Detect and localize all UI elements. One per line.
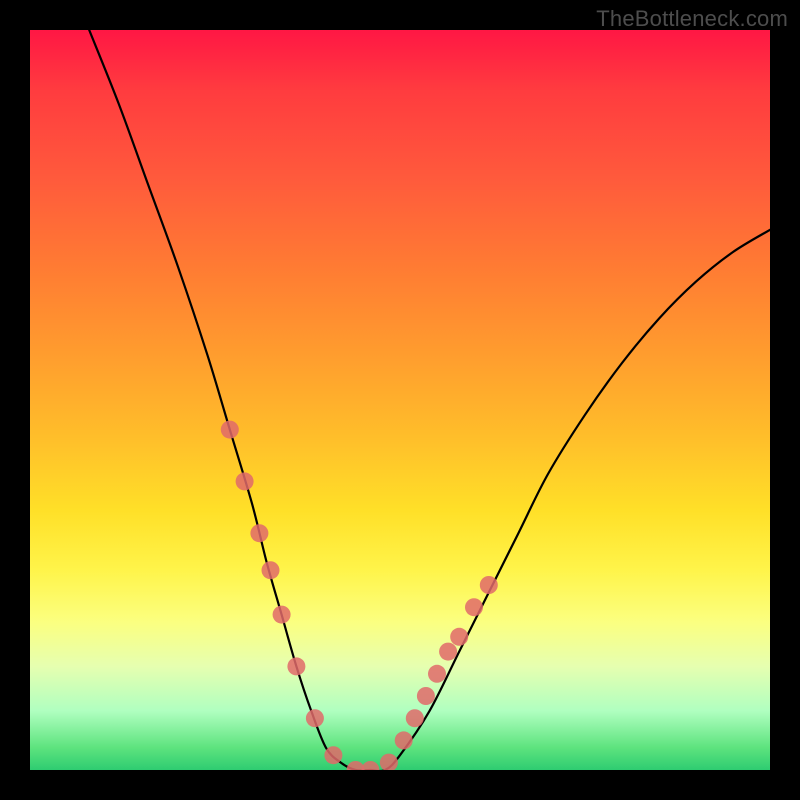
marker-dot <box>236 472 254 490</box>
marker-group <box>221 421 498 770</box>
bottleneck-curve <box>89 30 770 770</box>
marker-dot <box>273 606 291 624</box>
marker-dot <box>250 524 268 542</box>
marker-dot <box>306 709 324 727</box>
marker-dot <box>439 643 457 661</box>
marker-dot <box>428 665 446 683</box>
plot-area <box>30 30 770 770</box>
marker-dot <box>361 761 379 770</box>
marker-dot <box>380 754 398 770</box>
marker-dot <box>417 687 435 705</box>
marker-dot <box>450 628 468 646</box>
marker-dot <box>395 731 413 749</box>
watermark-text: TheBottleneck.com <box>596 6 788 32</box>
chart-frame: TheBottleneck.com <box>0 0 800 800</box>
marker-dot <box>406 709 424 727</box>
marker-dot <box>465 598 483 616</box>
marker-dot <box>324 746 342 764</box>
marker-dot <box>262 561 280 579</box>
marker-dot <box>221 421 239 439</box>
marker-dot <box>287 657 305 675</box>
curve-svg <box>30 30 770 770</box>
marker-dot <box>480 576 498 594</box>
